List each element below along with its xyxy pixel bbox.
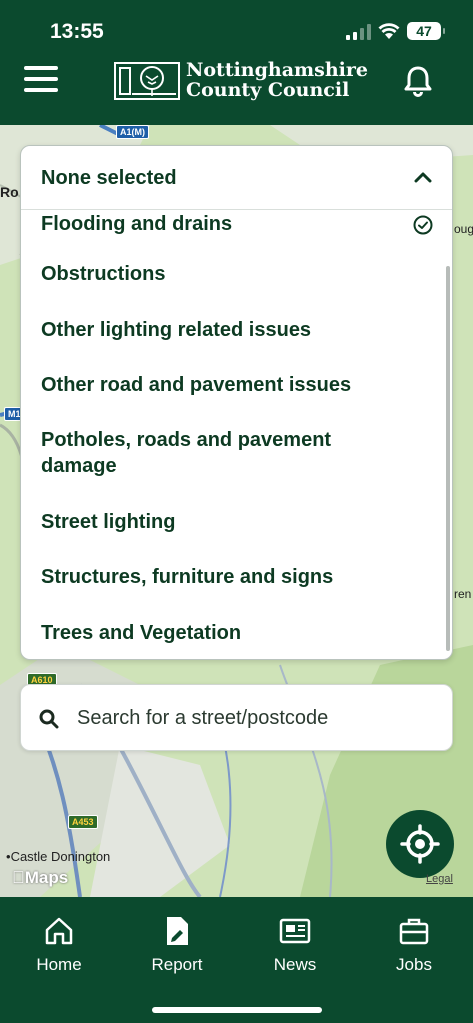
tab-news[interactable]: News [250,915,340,977]
search-icon [39,709,59,729]
dropdown-scrollbar[interactable] [446,266,450,651]
app-header: 13:55 47 Nottinghamshire County Council [0,0,473,125]
tab-news-label: News [273,955,317,974]
logo-line-1: Nottinghamshire [186,59,368,81]
dropdown-selected-label: None selected [41,167,177,189]
dropdown-option-trees[interactable]: Trees and Vegetation [41,620,431,646]
report-icon [167,917,188,945]
map-edge-label-ren: ren [454,587,472,601]
hamburger-icon-bar [24,88,58,92]
hamburger-icon-bar [24,66,58,70]
wifi-icon [378,23,400,39]
map-place-castle-donington: •Castle Donington [6,849,111,864]
signal-icon [346,24,371,40]
dropdown-option-structures[interactable]: Structures, furniture and signs [41,564,431,590]
home-icon [45,917,73,945]
apple-maps-brand: Maps [12,868,68,888]
tab-home[interactable]: Home [14,915,104,977]
notifications-bell-icon[interactable] [402,64,434,98]
tab-report-label: Report [151,955,203,974]
map-edge-label-ro: Ro [0,184,19,200]
dropdown-header[interactable]: None selected [21,146,452,210]
dropdown-option-obstructions[interactable]: Obstructions [41,261,431,287]
street-search-input[interactable]: Search for a street/postcode [20,684,453,751]
apple-logo-icon:  [12,868,25,887]
tab-report[interactable]: Report [132,915,222,977]
logo-text: Nottinghamshire County Council [186,60,368,100]
council-logo: Nottinghamshire County Council [114,60,368,104]
dropdown-option-street-lighting[interactable]: Street lighting [41,509,431,535]
tab-home-label: Home [36,955,82,974]
place-name: Castle Donington [10,849,111,864]
road-badge-a453: A453 [68,815,98,829]
map-edge-label-oug: oug [454,222,473,236]
tab-jobs[interactable]: Jobs [369,915,459,977]
issue-type-dropdown[interactable]: None selected Flooding and drains Obstru… [20,145,453,660]
menu-button[interactable] [24,66,60,96]
chevron-up-icon [414,172,432,183]
hamburger-icon-bar [24,77,58,81]
dropdown-option-potholes[interactable]: Potholes, roads and pavement damage [41,427,371,479]
dropdown-option-flooding[interactable]: Flooding and drains [41,211,431,237]
locate-me-button[interactable] [386,810,454,878]
battery-indicator: 47 [407,22,445,40]
bottom-tab-bar: Home Report News Jobs [0,897,473,1023]
logo-line-2: County Council [186,79,350,101]
checkmark-circle-icon [413,215,433,235]
council-crest-icon [114,62,180,100]
crosshair-icon [400,824,440,864]
dropdown-option-other-road[interactable]: Other road and pavement issues [41,372,431,398]
search-placeholder: Search for a street/postcode [77,707,329,729]
dropdown-option-other-lighting[interactable]: Other lighting related issues [41,317,431,343]
tab-jobs-label: Jobs [396,955,432,974]
maps-brand-text: Maps [12,868,68,887]
road-badge-a1m: A1(M) [116,125,149,139]
news-icon [279,918,311,944]
status-time: 13:55 [50,20,104,43]
home-indicator[interactable] [152,1007,322,1013]
legal-link[interactable]: Legal [426,873,453,885]
briefcase-icon [399,918,429,945]
status-bar: 13:55 47 [0,0,473,60]
